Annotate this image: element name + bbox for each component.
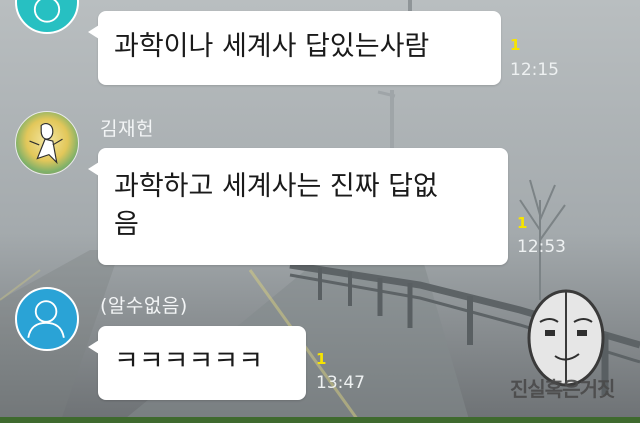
avatar[interactable] — [15, 111, 79, 175]
message-time: 12:53 — [517, 237, 566, 257]
message-text-line: 음 — [114, 209, 139, 240]
sender-name: 김재헌 — [100, 118, 154, 140]
message-text-line: 과학하고 세계사는 진짜 답없 — [114, 171, 438, 202]
unread-count: 1 — [510, 36, 521, 54]
unread-count: 1 — [517, 214, 528, 232]
watermark-face-logo — [527, 289, 605, 387]
watermark-text: 진실혹은거짓 — [510, 377, 615, 401]
avatar[interactable] — [15, 287, 79, 351]
profile-illustration-icon — [29, 123, 63, 165]
message-bubble[interactable]: 과학이나 세계사 답있는사람 — [88, 11, 501, 85]
message-text: 과학이나 세계사 답있는사람 — [114, 31, 430, 62]
message-text: ㅋㅋㅋㅋㅋㅋ — [114, 346, 264, 377]
message-bubble[interactable]: ㅋㅋㅋㅋㅋㅋ — [88, 326, 306, 400]
message-bubble[interactable]: 과학하고 세계사는 진짜 답없 음 — [88, 148, 508, 265]
unread-count: 1 — [316, 350, 327, 368]
default-profile-icon — [27, 300, 65, 338]
message-time: 12:15 — [510, 60, 559, 80]
sender-name: (알수없음) — [100, 295, 188, 317]
message-time: 13:47 — [316, 373, 365, 393]
